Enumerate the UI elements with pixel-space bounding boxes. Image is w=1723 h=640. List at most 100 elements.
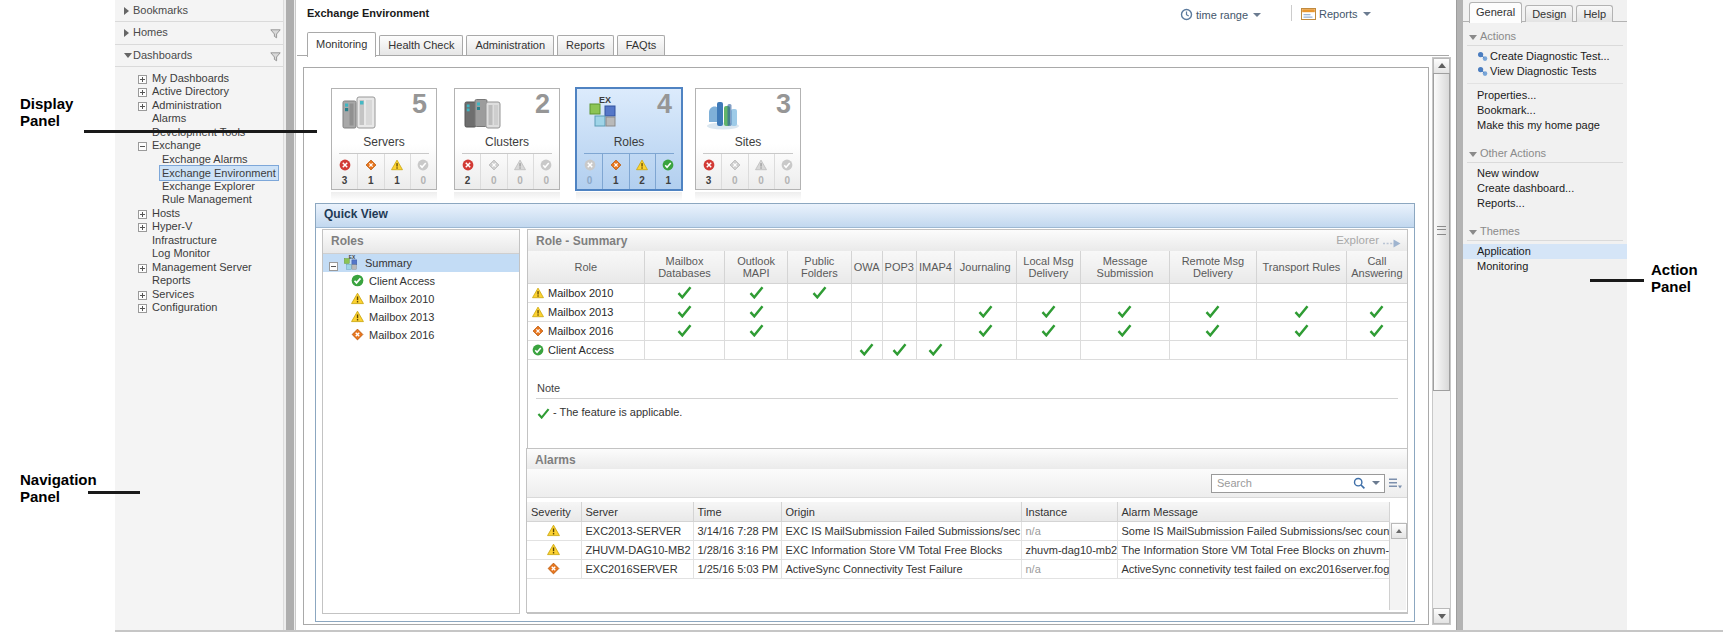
explorer-link[interactable]: Explorer xyxy=(1336,234,1379,246)
feature-col-call-answering[interactable]: Call Answering xyxy=(1346,251,1407,284)
action-item-properties[interactable]: Properties... xyxy=(1463,88,1627,103)
feature-col-transport-rules[interactable]: Transport Rules xyxy=(1257,251,1347,284)
tab-faqts[interactable]: FAQts xyxy=(617,35,666,55)
sidebar-section-homes[interactable]: Homes xyxy=(115,25,283,39)
scroll-up-icon[interactable] xyxy=(1433,58,1450,74)
plus-box-icon[interactable] xyxy=(138,302,147,316)
tile-status-error: 2 xyxy=(455,154,481,189)
alarms-scroll-up-icon[interactable] xyxy=(1391,523,1407,539)
reports-menu-button[interactable]: Reports xyxy=(1301,8,1371,20)
sidebar-item-hyper-v[interactable]: Hyper-V xyxy=(115,219,283,233)
feature-row-client-access[interactable]: Client Access xyxy=(528,341,1407,360)
sidebar-item-administration[interactable]: Administration xyxy=(115,98,283,112)
action-tab-general[interactable]: General xyxy=(1469,2,1522,23)
sidebar-item-active-directory[interactable]: Active Directory xyxy=(115,84,283,98)
alarm-col-alarm-message[interactable]: Alarm Message xyxy=(1117,502,1389,522)
action-item-application[interactable]: Application xyxy=(1463,244,1627,259)
search-caret-icon[interactable] xyxy=(1372,481,1380,485)
scroll-down-icon[interactable] xyxy=(1433,608,1450,624)
feature-col-role[interactable]: Role xyxy=(528,251,644,284)
sidebar-item-exchange-alarms[interactable]: Exchange Alarms xyxy=(115,152,283,166)
feature-row-mailbox-2010[interactable]: Mailbox 2010 xyxy=(528,284,1407,303)
sidebar-item-exchange-explorer[interactable]: Exchange Explorer xyxy=(115,179,283,193)
tab-reports[interactable]: Reports xyxy=(557,35,614,55)
feature-col-journaling[interactable]: Journaling xyxy=(954,251,1016,284)
tab-monitoring[interactable]: Monitoring xyxy=(307,32,376,57)
tab-administration[interactable]: Administration xyxy=(466,35,554,55)
filter-funnel-icon[interactable] xyxy=(270,51,281,65)
action-item-create-dashboard[interactable]: Create dashboard... xyxy=(1463,181,1627,196)
action-item-create-diagnostic-test[interactable]: Create Diagnostic Test... xyxy=(1463,49,1627,64)
alarm-col-time[interactable]: Time xyxy=(693,502,781,522)
tile-sites[interactable]: 3 Sites 3000 xyxy=(695,88,801,190)
action-tab-help[interactable]: Help xyxy=(1576,5,1613,22)
sidebar-item-services[interactable]: Services xyxy=(115,287,283,301)
tile-roles[interactable]: EX 4 Roles 0121 xyxy=(575,87,683,191)
warning-icon xyxy=(527,541,581,560)
feature-col-local-msg-delivery[interactable]: Local Msg Delivery xyxy=(1016,251,1081,284)
alarm-col-origin[interactable]: Origin xyxy=(781,502,1021,522)
sidebar-item-exchange-environment[interactable]: Exchange Environment xyxy=(115,165,283,179)
feature-cell xyxy=(916,322,954,341)
action-item-make-this-my-home-page[interactable]: Make this my home page xyxy=(1463,118,1627,133)
action-item-monitoring[interactable]: Monitoring xyxy=(1463,259,1627,274)
roles-tree-item-mailbox-2016[interactable]: Mailbox 2016 xyxy=(323,326,519,344)
feature-col-remote-msg-delivery[interactable]: Remote Msg Delivery xyxy=(1169,251,1256,284)
roles-tree-item-client-access[interactable]: Client Access xyxy=(323,272,519,290)
filter-funnel-icon[interactable] xyxy=(270,28,281,42)
tab-health-check[interactable]: Health Check xyxy=(379,35,463,55)
alarm-row[interactable]: ZHUVM-DAG10-MB2 1/28/16 3:16 PM EXC Info… xyxy=(527,541,1389,560)
sidebar-item-infrastructure[interactable]: Infrastructure xyxy=(115,233,283,247)
action-item-new-window[interactable]: New window xyxy=(1463,166,1627,181)
tile-clusters[interactable]: 2 Clusters 2000 xyxy=(454,88,560,190)
roles-tree-item-mailbox-2010[interactable]: Mailbox 2010 xyxy=(323,290,519,308)
search-input[interactable]: Search xyxy=(1211,474,1385,493)
sidebar-item-hosts[interactable]: Hosts xyxy=(115,206,283,220)
section-title-other-actions[interactable]: Other Actions xyxy=(1467,147,1623,163)
alarm-row[interactable]: EXC2016SERVER 1/25/16 5:03 PM ActiveSync… xyxy=(527,560,1389,579)
sidebar-item-my-dashboards[interactable]: My Dashboards xyxy=(115,71,283,85)
alarm-col-severity[interactable]: Severity xyxy=(527,502,581,522)
roles-tree-item-mailbox-2013[interactable]: Mailbox 2013 xyxy=(323,308,519,326)
feature-col-outlook-mapi[interactable]: Outlook MAPI xyxy=(725,251,788,284)
sidebar-item-rule-management[interactable]: Rule Management xyxy=(115,192,283,206)
list-options-icon[interactable] xyxy=(1389,478,1402,491)
feature-col-public-folders[interactable]: Public Folders xyxy=(788,251,852,284)
tile-reflection xyxy=(695,192,801,201)
nav-scrollbar-thumb[interactable] xyxy=(286,0,294,631)
feature-col-owa[interactable]: OWA xyxy=(851,251,882,284)
section-title-themes[interactable]: Themes xyxy=(1467,225,1623,241)
sidebar-item-configuration[interactable]: Configuration xyxy=(115,300,283,314)
feature-col-message-submission[interactable]: Message Submission xyxy=(1081,251,1169,284)
alarm-row[interactable]: EXC2013-SERVER 3/14/16 7:28 PM EXC IS Ma… xyxy=(527,522,1389,541)
feature-cell xyxy=(1169,322,1256,341)
feature-row-mailbox-2013[interactable]: Mailbox 2013 xyxy=(528,303,1407,322)
feature-col-imap4[interactable]: IMAP4 xyxy=(916,251,954,284)
explorer-arrow-icon[interactable] xyxy=(1383,237,1401,251)
feature-row-mailbox-2016[interactable]: Mailbox 2016 xyxy=(528,322,1407,341)
search-icon[interactable] xyxy=(1353,477,1366,492)
scrollbar-thumb[interactable] xyxy=(1433,73,1450,391)
alarms-scrollbar[interactable] xyxy=(1389,522,1406,610)
sidebar-item-reports[interactable]: Reports xyxy=(115,273,283,287)
action-tab-design[interactable]: Design xyxy=(1525,5,1573,22)
sidebar-item-log-monitor[interactable]: Log Monitor xyxy=(115,246,283,260)
sidebar-section-bookmarks[interactable]: Bookmarks xyxy=(115,3,283,17)
alarm-col-instance[interactable]: Instance xyxy=(1021,502,1117,522)
sidebar-item-management-server[interactable]: Management Server xyxy=(115,260,283,274)
sidebar-section-dashboards[interactable]: Dashboards xyxy=(115,48,283,62)
action-item-bookmark[interactable]: Bookmark... xyxy=(1463,103,1627,118)
alarm-col-server[interactable]: Server xyxy=(581,502,693,522)
roles-tree-item-summary[interactable]: EX Summary xyxy=(323,254,519,272)
time-range-control[interactable]: time range xyxy=(1180,8,1261,21)
main-scrollbar[interactable] xyxy=(1432,57,1451,625)
action-item-reports[interactable]: Reports... xyxy=(1463,196,1627,211)
section-title-actions[interactable]: Actions xyxy=(1467,30,1623,46)
sidebar-item-alarms[interactable]: Alarms xyxy=(115,111,283,125)
sidebar-item-exchange[interactable]: Exchange xyxy=(115,138,283,152)
feature-col-mailbox-databases[interactable]: Mailbox Databases xyxy=(644,251,725,284)
action-item-view-diagnostic-tests[interactable]: View Diagnostic Tests xyxy=(1463,64,1627,79)
feature-col-pop3[interactable]: POP3 xyxy=(882,251,916,284)
nav-scrollbar[interactable] xyxy=(283,0,295,631)
tile-servers[interactable]: 5 Servers 3110 xyxy=(331,88,437,190)
